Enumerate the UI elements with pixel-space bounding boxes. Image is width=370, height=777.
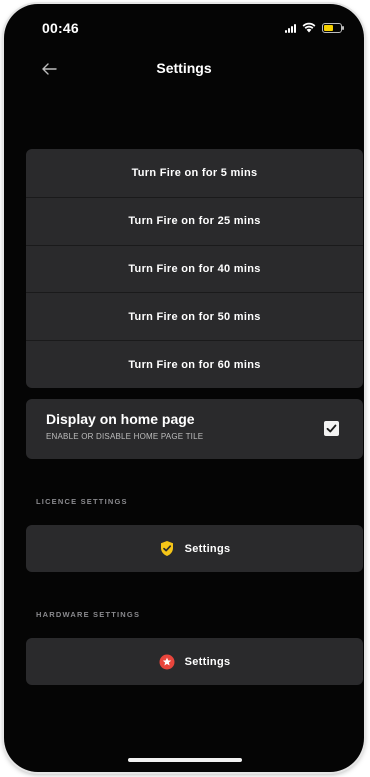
timer-options-list: Turn Fire on for 5 mins Turn Fire on for… [26, 149, 363, 388]
wifi-icon [302, 22, 316, 33]
licence-section-label: LICENCE SETTINGS [36, 497, 128, 506]
page-title: Settings [156, 60, 212, 76]
hardware-settings-card: Settings [26, 638, 363, 685]
licence-settings-label: Settings [184, 542, 231, 555]
header-bar: Settings [4, 54, 364, 86]
checkmark-icon [326, 424, 337, 433]
star-badge-icon [159, 654, 175, 669]
timer-option-5[interactable]: Turn Fire on for 5 mins [26, 149, 363, 197]
signal-icon [285, 23, 296, 33]
home-page-title: Display on home page [46, 411, 195, 427]
timer-option-25[interactable]: Turn Fire on for 25 mins [26, 196, 363, 245]
licence-settings-button[interactable]: Settings [26, 525, 363, 572]
licence-settings-card: Settings [26, 525, 363, 572]
shield-check-icon [160, 541, 173, 556]
home-indicator[interactable] [128, 758, 242, 762]
hardware-section-label: HARDWARE SETTINGS [36, 610, 141, 619]
hardware-settings-button[interactable]: Settings [26, 638, 363, 685]
status-icons [285, 22, 344, 33]
battery-icon [322, 22, 344, 33]
status-time: 00:46 [42, 20, 79, 36]
hardware-settings-label: Settings [184, 655, 231, 668]
home-page-subtitle: ENABLE OR DISABLE HOME PAGE TILE [46, 432, 204, 441]
phone-screen: 00:46 Settings Turn Fire on for 5 mins T… [4, 4, 364, 772]
timer-option-40[interactable]: Turn Fire on for 40 mins [26, 244, 363, 293]
timer-option-50[interactable]: Turn Fire on for 50 mins [26, 292, 363, 340]
timer-option-60[interactable]: Turn Fire on for 60 mins [26, 340, 363, 388]
home-page-toggle-card: Display on home page ENABLE OR DISABLE H… [26, 399, 363, 459]
home-page-checkbox[interactable] [324, 421, 339, 436]
status-bar: 00:46 [4, 4, 364, 54]
